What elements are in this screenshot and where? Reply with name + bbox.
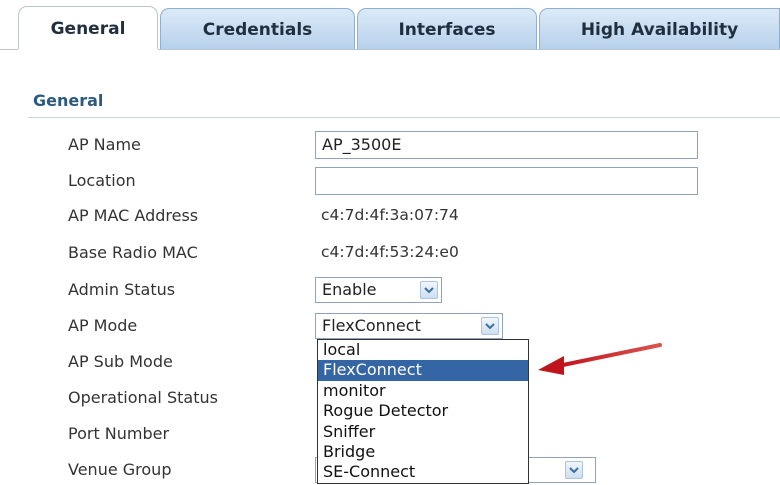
ap-mode-option[interactable]: Rogue Detector — [318, 401, 528, 421]
admin-status-label: Admin Status — [68, 280, 176, 299]
port-number-label: Port Number — [68, 424, 170, 443]
operational-status-label: Operational Status — [68, 388, 218, 407]
location-label: Location — [68, 171, 136, 190]
section-title: General — [33, 91, 104, 110]
ap-mode-select[interactable]: FlexConnect — [315, 313, 503, 339]
chevron-down-icon[interactable] — [481, 317, 499, 335]
ap-mode-option[interactable]: Sniffer — [318, 422, 528, 442]
ap-mode-option[interactable]: monitor — [318, 381, 528, 401]
tab-credentials[interactable]: Credentials — [160, 8, 355, 50]
base-radio-mac-value: c4:7d:4f:53:24:e0 — [321, 243, 459, 261]
tab-high-availability[interactable]: High Availability — [539, 8, 780, 50]
venue-group-label: Venue Group — [68, 460, 172, 479]
ap-mode-option[interactable]: SE-Connect — [318, 462, 528, 482]
ap-mode-dropdown-list[interactable]: local FlexConnect monitor Rogue Detector… — [317, 339, 529, 484]
tab-bar: General Credentials Interfaces High Avai… — [0, 0, 780, 50]
ap-mode-option-selected[interactable]: FlexConnect — [318, 360, 528, 381]
ap-name-label: AP Name — [68, 135, 141, 154]
admin-status-value: Enable — [322, 280, 377, 299]
ap-mode-label: AP Mode — [68, 316, 138, 335]
base-radio-mac-label: Base Radio MAC — [68, 243, 198, 262]
ap-mode-value: FlexConnect — [322, 316, 421, 335]
tab-interfaces[interactable]: Interfaces — [357, 8, 537, 50]
section-divider — [28, 117, 780, 118]
admin-status-select[interactable]: Enable — [315, 277, 442, 303]
ap-mode-option[interactable]: local — [318, 340, 528, 360]
tab-general[interactable]: General — [18, 6, 158, 50]
ap-mac-label: AP MAC Address — [68, 206, 199, 225]
ap-mac-value: c4:7d:4f:3a:07:74 — [321, 206, 459, 224]
red-arrow-icon — [538, 343, 662, 375]
chevron-down-icon[interactable] — [420, 281, 438, 299]
chevron-down-icon[interactable] — [565, 461, 583, 479]
ap-mode-option[interactable]: Bridge — [318, 442, 528, 462]
ap-sub-mode-label: AP Sub Mode — [68, 352, 173, 371]
ap-name-input[interactable]: AP_3500E — [315, 131, 698, 159]
location-input[interactable] — [315, 167, 698, 195]
